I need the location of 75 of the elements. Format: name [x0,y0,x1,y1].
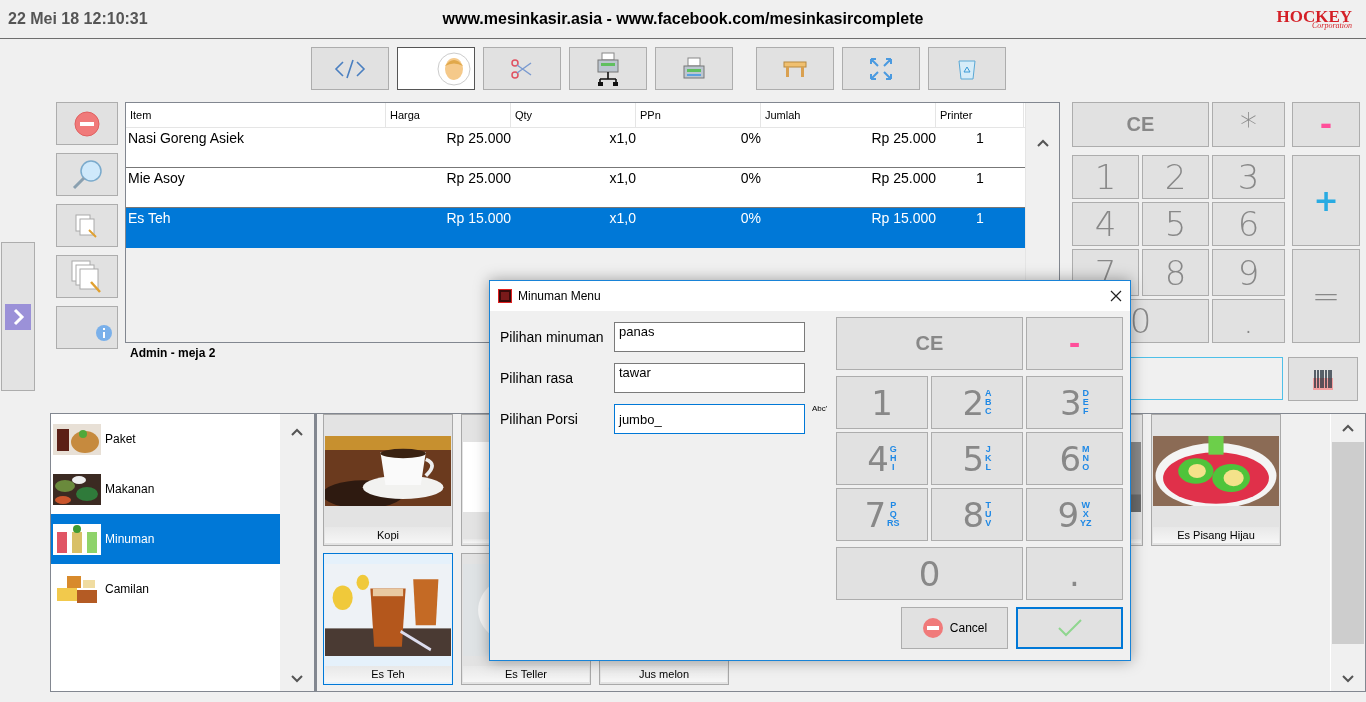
column-header[interactable]: Qty [511,103,636,127]
table-cell-text: Mie Asoy [127,169,186,188]
keypad-key[interactable]: = [1292,249,1360,343]
keypad-key[interactable]: . [1026,547,1123,600]
keypad-key[interactable]: 5 [1142,202,1209,246]
product-name: Es Teller [463,666,589,682]
order-row[interactable]: Es Teh Rp 15.000 x1,0 0% Rp 15.000 1 [126,208,1025,248]
keypad-key[interactable]: 3 [1212,155,1285,199]
table-cell-text: Nasi Goreng Asiek [127,129,245,148]
category-item[interactable]: Makanan [51,464,280,514]
keypad-key[interactable]: CE [836,317,1023,370]
table-cell-text: 1 [975,129,985,148]
keypad-key[interactable]: 4 [1072,202,1139,246]
keypad-key[interactable]: 6 [1212,202,1285,246]
column-header[interactable]: Printer [936,103,1024,127]
input-field[interactable]: jumbo_ [614,404,805,434]
product-name: Es Teh [325,666,451,682]
category-name: Minuman [105,532,155,546]
keypad-key[interactable]: . [1212,299,1285,343]
category-item[interactable]: Camilan [51,564,280,614]
table-cell-text: 0% [739,129,761,148]
product-name: Jus melon [601,666,727,682]
date-time: 22 Mei 18 12:10:31 [7,10,149,28]
category-item[interactable]: Minuman [51,514,280,564]
field-label: Pilihan minuman [500,329,605,345]
column-header[interactable]: Item [126,103,386,127]
product-tile[interactable]: Es Pisang Hijau [1151,414,1281,546]
order-row[interactable]: Mie Asoy Rp 25.000 x1,0 0% Rp 25.000 1 [126,168,1025,208]
category-name: Paket [105,432,136,446]
keypad-key[interactable]: CE [1072,102,1209,147]
table-cell-text: Rp 25.000 [870,129,936,148]
column-header[interactable]: Harga [386,103,511,127]
category-item[interactable]: Paket [51,414,280,464]
table-cell-text: x1,0 [608,209,636,228]
field-label: Pilihan rasa [500,370,575,386]
product-name: Es Pisang Hijau [1153,527,1279,543]
logo-subtitle: Corporation [1312,22,1352,30]
input-mode-label: Abc' [812,404,828,413]
keypad-key[interactable]: 8 [1142,249,1209,296]
table-cell-text: Rp 15.000 [870,209,936,228]
cancel-button[interactable]: Cancel [901,607,1008,649]
table-cell-text: Es Teh [127,209,172,228]
keypad-key[interactable]: 9 [1212,249,1285,296]
keypad-key[interactable]: + [1292,155,1360,246]
header-title: www.mesinkasir.asia - www.facebook.com/mesinkasircomplete [441,10,925,28]
keypad-key[interactable]: 0 [836,547,1023,600]
table-cell-text: x1,0 [608,129,636,148]
table-cell-text: 1 [975,169,985,188]
product-tile[interactable]: Es Teh [323,553,453,685]
input-field[interactable]: tawar [614,363,805,393]
keypad-key[interactable]: - [1026,317,1123,370]
category-name: Camilan [105,582,149,596]
table-cell-text: Rp 25.000 [445,129,511,148]
table-cell-text: Rp 15.000 [445,209,511,228]
keypad-key[interactable]: 1 [1072,155,1139,199]
category-name: Makanan [105,482,155,496]
input-field[interactable]: panas [614,322,805,352]
column-header[interactable]: Jumlah [761,103,936,127]
keypad-key[interactable]: - [1292,102,1360,147]
keypad-key[interactable]: 2 [1142,155,1209,199]
product-name: Kopi [325,527,451,543]
table-cell-text: 0% [739,209,761,228]
table-cell-text: Rp 25.000 [870,169,936,188]
order-row[interactable]: Nasi Goreng Asiek Rp 25.000 x1,0 0% Rp 25.000 1 [126,128,1025,168]
user-table-label: Admin - meja 2 [130,346,217,360]
table-cell-text: x1,0 [608,169,636,188]
product-tile[interactable]: Kopi [323,414,453,546]
table-cell-text: 1 [975,209,985,228]
keypad-key[interactable]: 1 [836,376,928,429]
field-label: Pilihan Porsi [500,411,579,427]
keypad-key[interactable]: * [1212,102,1285,147]
table-cell-text: Rp 25.000 [445,169,511,188]
column-header[interactable]: PPn [636,103,761,127]
dialog-title: Minuman Menu [518,289,602,303]
table-cell-text: 0% [739,169,761,188]
